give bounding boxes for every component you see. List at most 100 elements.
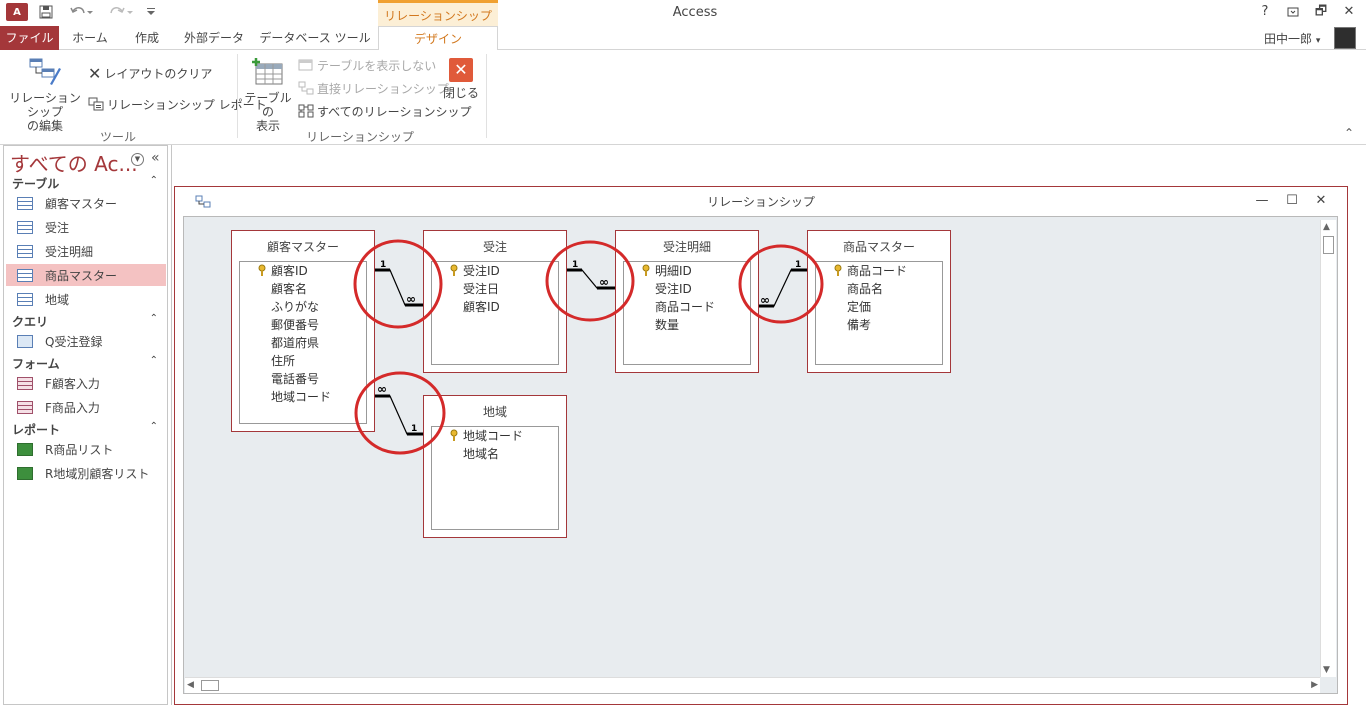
field-item[interactable]: 明細ID: [624, 262, 692, 280]
field-item[interactable]: 都道府県: [240, 334, 319, 352]
nav-item-query[interactable]: Q受注登録: [6, 330, 166, 352]
close-window-button[interactable]: ✕: [1338, 2, 1360, 22]
field-item[interactable]: 地域名: [432, 445, 499, 463]
table-card-title: 地域: [482, 405, 507, 419]
relationship-report-button[interactable]: リレーションシップ レポート: [88, 94, 267, 114]
vertical-scroll-thumb[interactable]: [1323, 236, 1334, 254]
redo-icon[interactable]: [106, 3, 136, 21]
field-item[interactable]: 顧客ID: [240, 262, 308, 280]
all-relationships-icon: [298, 104, 314, 118]
nav-item-report[interactable]: R地域別顧客リスト: [6, 462, 166, 484]
ribbon-display-options-button[interactable]: [1282, 2, 1304, 22]
nav-group-queries[interactable]: クエリ ⌃: [12, 313, 162, 330]
tab-external-data[interactable]: 外部データ: [176, 26, 252, 50]
tab-create[interactable]: 作成: [120, 26, 174, 50]
table-card-orders[interactable]: 受注 受注ID 受注日 顧客ID: [423, 230, 567, 373]
help-button[interactable]: ?: [1254, 2, 1276, 22]
scroll-left-icon[interactable]: ◀: [187, 680, 194, 690]
nav-item-form[interactable]: F顧客入力: [6, 372, 166, 394]
close-relationships-window-button[interactable]: ✕: [1312, 193, 1330, 208]
undo-icon[interactable]: [66, 3, 96, 21]
edit-relationships-button[interactable]: リレーションシップ の編集: [4, 56, 86, 133]
horizontal-scrollbar[interactable]: ◀ ▶: [185, 677, 1320, 693]
nav-item-table-selected[interactable]: 商品マスター: [6, 264, 166, 286]
form-icon: [17, 376, 33, 390]
nav-group-reports[interactable]: レポート ⌃: [12, 421, 162, 438]
field-item[interactable]: 定価: [816, 298, 871, 316]
field-item[interactable]: 商品コード: [624, 298, 715, 316]
table-icon: [17, 244, 33, 258]
field-list: 受注ID 受注日 顧客ID: [431, 261, 559, 365]
table-card-title: 受注明細: [662, 240, 711, 254]
all-relationships-button[interactable]: すべてのリレーションシップ: [298, 101, 471, 121]
direct-relationships-button[interactable]: 直接リレーションシップ: [298, 78, 449, 98]
collapse-ribbon-icon[interactable]: ⌃: [1344, 126, 1354, 140]
clear-layout-label: レイアウトのクリア: [104, 66, 213, 81]
close-icon: ✕: [449, 58, 473, 82]
maximize-window-button[interactable]: ☐: [1283, 193, 1301, 208]
nav-group-forms[interactable]: フォーム ⌃: [12, 355, 162, 372]
close-relationships-button[interactable]: ✕ 閉じる: [440, 58, 482, 100]
chevron-up-icon: ⌃: [149, 175, 158, 186]
nav-item-label: 受注: [45, 220, 70, 235]
field-item[interactable]: 郵便番号: [240, 316, 319, 334]
nav-item-label: F顧客入力: [45, 376, 100, 391]
minimize-window-button[interactable]: —: [1253, 193, 1271, 208]
hide-table-button[interactable]: テーブルを表示しない: [298, 55, 436, 75]
field-item[interactable]: 地域コード: [432, 427, 523, 445]
field-item[interactable]: 地域コード: [240, 388, 331, 406]
scroll-up-icon[interactable]: ▲: [1323, 222, 1330, 232]
field-item[interactable]: 受注日: [432, 280, 499, 298]
field-item[interactable]: 数量: [624, 316, 679, 334]
table-card-products[interactable]: 商品マスター 商品コード 商品名 定価 備考: [807, 230, 951, 373]
table-card-customers[interactable]: 顧客マスター 顧客ID 顧客名 ふりがな 郵便番号 都道府県 住所 電話番号 地…: [231, 230, 375, 432]
direct-relationships-icon: [298, 81, 314, 95]
tab-database-tools[interactable]: データベース ツール: [256, 26, 374, 50]
nav-group-tables[interactable]: テーブル ⌃: [12, 175, 162, 192]
save-icon[interactable]: [36, 3, 56, 21]
customize-qat-icon[interactable]: [144, 3, 158, 21]
nav-item-table[interactable]: 受注: [6, 216, 166, 238]
field-item[interactable]: 顧客名: [240, 280, 307, 298]
nav-item-table[interactable]: 地域: [6, 288, 166, 310]
form-icon: [17, 400, 33, 414]
nav-item-label: 受注明細: [45, 244, 94, 259]
field-item[interactable]: ふりがな: [240, 298, 319, 316]
table-card-region[interactable]: 地域 地域コード 地域名: [423, 395, 567, 538]
field-item[interactable]: 顧客ID: [432, 298, 500, 316]
scroll-down-icon[interactable]: ▼: [1323, 665, 1330, 675]
field-item[interactable]: 受注ID: [432, 262, 500, 280]
tab-home[interactable]: ホーム: [62, 26, 118, 50]
query-icon: [17, 334, 33, 348]
nav-collapse-button[interactable]: «: [151, 150, 160, 166]
field-list: 明細ID 受注ID 商品コード 数量: [623, 261, 751, 365]
nav-dropdown-icon[interactable]: ▼: [131, 153, 144, 166]
tab-file[interactable]: ファイル: [0, 26, 59, 50]
show-table-button[interactable]: テーブルの 表示: [241, 56, 295, 133]
field-item[interactable]: 商品名: [816, 280, 883, 298]
nav-item-form[interactable]: F商品入力: [6, 396, 166, 418]
tab-design[interactable]: デザイン: [378, 26, 498, 51]
table-card-order-details[interactable]: 受注明細 明細ID 受注ID 商品コード 数量: [615, 230, 759, 373]
field-item[interactable]: 商品コード: [816, 262, 907, 280]
nav-item-label: Q受注登録: [45, 334, 103, 349]
horizontal-scroll-thumb[interactable]: [201, 680, 219, 691]
scroll-right-icon[interactable]: ▶: [1311, 680, 1318, 690]
vertical-scrollbar[interactable]: ▲ ▼: [1320, 220, 1336, 677]
nav-item-table[interactable]: 顧客マスター: [6, 192, 166, 214]
field-item[interactable]: 住所: [240, 352, 295, 370]
user-account-name[interactable]: 田中一郎 ▾: [1264, 30, 1320, 47]
user-avatar[interactable]: [1334, 27, 1356, 49]
field-item[interactable]: 電話番号: [240, 370, 319, 388]
relationships-window-title: リレーションシップ: [707, 195, 815, 209]
nav-item-table[interactable]: 受注明細: [6, 240, 166, 262]
restore-button[interactable]: 🗗: [1310, 2, 1332, 22]
field-item[interactable]: 受注ID: [624, 280, 692, 298]
nav-item-report[interactable]: R商品リスト: [6, 438, 166, 460]
field-item[interactable]: 備考: [816, 316, 871, 334]
nav-pane-title[interactable]: すべての Ac...: [10, 148, 138, 177]
table-icon: [17, 196, 33, 210]
ribbon-separator: [486, 54, 487, 138]
table-card-title: 商品マスター: [842, 240, 915, 254]
clear-layout-button[interactable]: ✕ レイアウトのクリア: [88, 63, 212, 83]
